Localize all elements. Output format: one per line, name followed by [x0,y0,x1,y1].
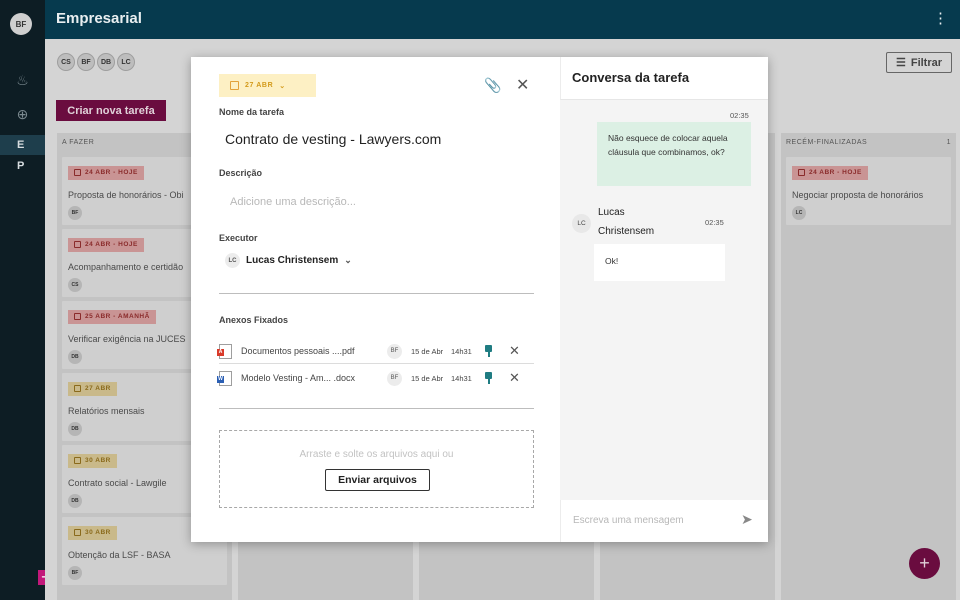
task-card-avatar: LC [792,206,806,220]
add-task-fab[interactable]: + [909,548,940,579]
attachment-user-avatar: BF [387,370,402,386]
member-avatar[interactable]: CS [57,53,75,71]
user-avatar[interactable]: BF [10,13,32,35]
filter-button[interactable]: ☰ Filtrar [886,52,952,73]
rail-item-e[interactable]: E [0,135,45,155]
send-icon[interactable]: ➤ [741,511,753,528]
task-details-panel: 27 ABR ⌄ 📎 ✕ Nome da tarefa Contrato de … [191,57,560,542]
due-date-label: 27 ABR [245,82,274,89]
task-card-title: Obtenção da LSF - BASA [68,550,171,560]
task-name-field[interactable]: Contrato de vesting - Lawyers.com [225,131,441,147]
column-title: RECÉM-FINALIZADAS [786,139,868,146]
member-avatar[interactable]: BF [77,53,95,71]
pdf-file-icon: A [217,343,232,359]
sender-name: Lucas Christensem [598,207,655,237]
attachment-time: 14h31 [451,346,472,356]
attachment-name[interactable]: Documentos pessoais ....pdf [241,346,387,356]
task-card-avatar: DB [68,350,82,364]
filter-label: Filtrar [910,56,943,69]
file-dropzone[interactable]: Arraste e solte os arquivos aqui ou Envi… [219,430,534,508]
docx-file-icon: W [217,370,232,386]
due-badge: 24 ABR - HOJE [68,165,144,180]
executor-label: Executor [219,233,258,243]
executor-avatar: LC [225,253,240,268]
remove-attachment-icon[interactable]: ✕ [509,343,520,359]
due-badge: 30 ABR [68,525,117,540]
bell-icon[interactable]: ♨ [0,72,45,89]
task-card-avatar: BF [68,206,82,220]
member-avatar[interactable]: DB [97,53,115,71]
incoming-message: Ok! [594,244,725,281]
due-badge: 30 ABR [68,453,117,468]
create-task-button[interactable]: Criar nova tarefa [56,100,166,121]
chat-title: Conversa da tarefa [560,57,768,100]
chevron-down-icon: ⌄ [344,255,352,265]
message-time: 02:35 [705,218,724,227]
sender-avatar: LC [572,214,591,233]
calendar-icon [230,81,239,90]
task-name-label: Nome da tarefa [219,107,285,117]
close-icon[interactable]: ✕ [516,75,529,95]
rail-item-p[interactable]: P [0,156,45,176]
attachment-user-avatar: BF [387,343,402,359]
calendar-icon [74,457,81,464]
more-vert-icon[interactable]: ⋮ [933,9,948,27]
message-input[interactable]: Escreva uma mensagem [573,515,684,526]
task-card-avatar: CS [68,278,82,292]
pin-icon[interactable] [483,344,495,358]
task-card-avatar: BF [68,566,82,580]
due-badge: 24 ABR - HOJE [68,237,144,252]
divider [219,408,534,409]
pin-icon[interactable] [483,371,495,385]
executor-name: Lucas Christensem [246,255,339,266]
calendar-icon [74,313,81,320]
left-rail: BF ♨ ⊕ E P ➜ [0,0,53,600]
attachments-label: Anexos Fixados [219,315,289,325]
attachment-name[interactable]: Modelo Vesting - Am... .docx [241,373,387,383]
column-recently-done: RECÉM-FINALIZADAS 1 24 ABR - HOJE Negociar… [781,133,956,600]
divider [219,293,534,294]
column-title: A FAZER [62,139,95,146]
task-card[interactable]: 24 ABR - HOJE Negociar proposta de honorá… [786,157,951,225]
description-label: Descrição [219,168,263,178]
task-card-avatar: DB [68,494,82,508]
member-avatar[interactable]: LC [117,53,135,71]
chevron-down-icon: ⌄ [279,82,286,90]
executor-select[interactable]: LC Lucas Christensem ⌄ [225,253,352,268]
attachment-date: 15 de Abr [411,373,444,383]
outgoing-message: Não esquece de colocar aquela cláusula q… [597,122,751,186]
message-time: 02:35 [730,111,749,120]
attachment-row[interactable]: A Documentos pessoais ....pdf BF 15 de A… [217,340,534,362]
task-card-title: Negociar proposta de honorários [792,190,924,200]
upload-button[interactable]: Enviar arquivos [325,469,430,491]
attachment-time: 14h31 [451,373,472,383]
task-card-avatar: DB [68,422,82,436]
message-composer: Escreva uma mensagem ➤ [560,500,768,542]
dropzone-hint: Arraste e solte os arquivos aqui ou [299,449,454,460]
add-circle-icon[interactable]: ⊕ [0,106,45,123]
top-bar: Empresarial ⋮ [45,0,960,39]
attachment-row[interactable]: W Modelo Vesting - Am... .docx BF 15 de … [217,367,534,389]
chat-panel: Conversa da tarefa 02:35 Não esquece de … [560,57,768,542]
due-badge: 25 ABR - AMANHÃ [68,309,156,324]
due-date-chip[interactable]: 27 ABR ⌄ [219,74,316,97]
divider [219,363,534,364]
task-modal: 27 ABR ⌄ 📎 ✕ Nome da tarefa Contrato de … [191,57,768,542]
remove-attachment-icon[interactable]: ✕ [509,370,520,386]
filter-icon: ☰ [895,57,906,69]
attach-icon[interactable]: 📎 [484,77,501,94]
description-field[interactable]: Adicione uma descrição... [230,196,356,208]
board-members: CS BF DB LC [57,53,135,71]
column-count: 1 [946,139,951,146]
due-badge: 27 ABR [68,381,117,396]
workspace-title: Empresarial [56,10,142,27]
attachment-date: 15 de Abr [411,346,444,356]
calendar-icon [74,241,81,248]
calendar-icon [74,385,81,392]
due-badge: 24 ABR - HOJE [792,165,868,180]
calendar-icon [74,169,81,176]
calendar-icon [798,169,805,176]
calendar-icon [74,529,81,536]
